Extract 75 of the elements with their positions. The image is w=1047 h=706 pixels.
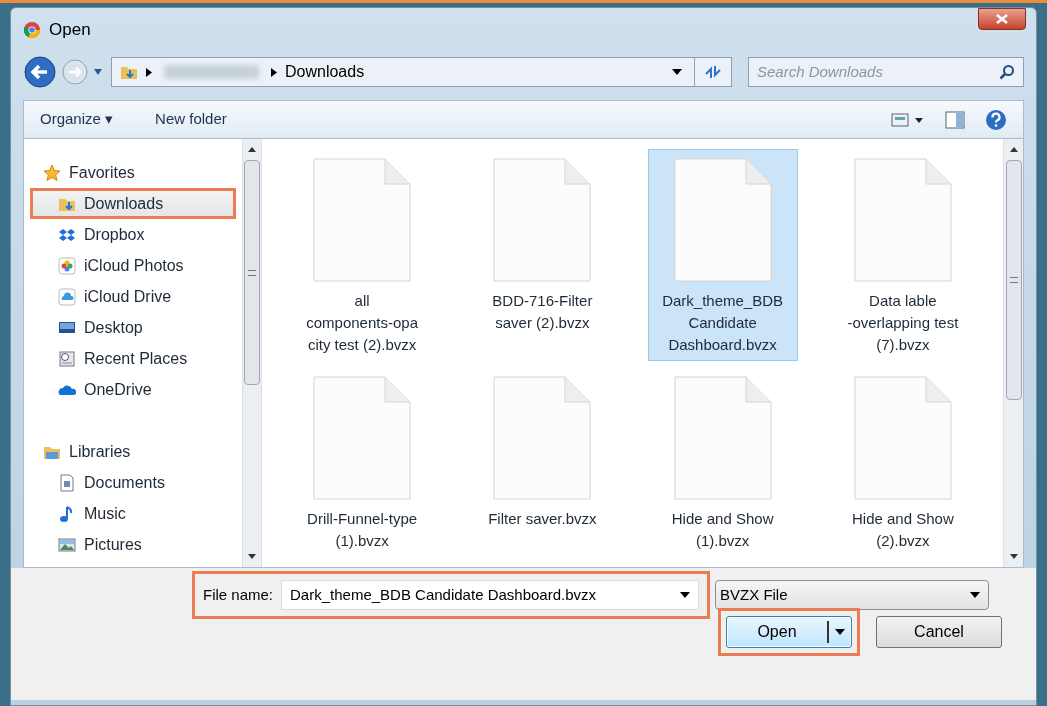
dropdown-caret-icon[interactable]	[672, 69, 682, 75]
sidebar-item[interactable]: Pictures	[24, 529, 242, 560]
file-name: Dark_theme_BDB Candidate Dashboard.bvzx	[662, 291, 784, 355]
file-name-label: File name:	[203, 584, 274, 605]
file-item[interactable]: Data lable -overlapping test (7).bvzx	[827, 149, 978, 361]
document-icon	[313, 376, 412, 500]
sidebar-item[interactable]: Downloads	[30, 188, 236, 219]
scroll-thumb[interactable]	[1005, 160, 1022, 400]
file-name: all components-opa city test (2).bvzx	[306, 291, 418, 355]
scroll-down-icon[interactable]	[248, 554, 256, 559]
scrollbar[interactable]	[242, 139, 262, 567]
file-name-field[interactable]: Dark_theme_BDB Candidate Dashboard.bvzx	[281, 580, 700, 610]
file-item[interactable]: Dark_theme_BDB Candidate Dashboard.bvzx	[647, 149, 798, 361]
cancel-button[interactable]: Cancel	[876, 616, 1002, 648]
picture-icon	[58, 535, 76, 554]
file-type-dropdown[interactable]: BVZX File	[715, 580, 990, 610]
document-icon	[673, 158, 772, 282]
close-icon	[996, 14, 1008, 24]
dropdown-caret-icon	[970, 592, 981, 598]
sidebar-item[interactable]: iCloud Drive	[24, 281, 242, 312]
file-name: Data lable -overlapping test (7).bvzx	[847, 291, 959, 355]
scroll-up-icon[interactable]	[1009, 147, 1018, 152]
scroll-up-icon[interactable]	[248, 147, 256, 152]
help-icon[interactable]	[985, 108, 1007, 131]
sidebar-group[interactable]: Libraries	[24, 436, 242, 467]
document-icon	[313, 158, 412, 282]
photos-icon	[58, 256, 76, 275]
file-name: BDD-716-Filter saver (2).bvzx	[492, 291, 593, 333]
file-name: Drill-Funnel-type (1).bvzx	[307, 509, 418, 551]
breadcrumb-arrow-icon	[146, 67, 152, 77]
document-icon	[493, 376, 592, 500]
file-item[interactable]: Hide and Show (2).bvzx	[827, 367, 978, 579]
file-item[interactable]: BDD-716-Filter saver (2).bvzx	[467, 149, 618, 361]
cloud-icon	[58, 287, 76, 306]
browser-logo-icon	[23, 21, 41, 39]
window-title: Open	[49, 19, 91, 42]
new-folder-button[interactable]: New folder	[155, 108, 227, 131]
address-bar[interactable]: Downloads	[111, 57, 732, 87]
back-icon[interactable]	[23, 55, 57, 89]
close-button[interactable]	[978, 8, 1026, 30]
dropdown-caret-icon	[835, 629, 845, 635]
view-options-icon[interactable]	[891, 112, 925, 127]
refresh-icon[interactable]	[703, 64, 723, 80]
sidebar-group[interactable]: Favorites	[24, 157, 242, 188]
document-icon	[58, 473, 76, 492]
breadcrumb-arrow-icon	[271, 67, 277, 77]
scrollbar[interactable]	[1003, 139, 1023, 567]
scroll-down-icon[interactable]	[1009, 554, 1018, 559]
document-icon	[493, 158, 592, 282]
clock-document-icon	[58, 349, 76, 368]
sidebar-item[interactable]: Dropbox	[24, 219, 242, 250]
sidebar-item[interactable]: Documents	[24, 467, 242, 498]
sidebar-item[interactable]: Desktop	[24, 312, 242, 343]
organize-menu[interactable]: Organize ▾	[40, 108, 114, 131]
document-icon	[853, 158, 952, 282]
file-item[interactable]: Filter saver.bvzx	[467, 367, 618, 579]
file-name: Hide and Show (1).bvzx	[671, 509, 774, 551]
dropdown-caret-icon	[680, 592, 691, 598]
file-name: Filter saver.bvzx	[488, 509, 597, 529]
file-name: Hide and Show (2).bvzx	[852, 509, 954, 551]
file-item[interactable]: Drill-Funnel-type (1).bvzx	[287, 367, 438, 579]
sidebar-item[interactable]: OneDrive	[24, 374, 242, 405]
open-split-button[interactable]: Open	[726, 616, 852, 648]
history-caret-icon[interactable]	[93, 68, 103, 76]
file-item[interactable]: all components-opa city test (2).bvzx	[287, 149, 438, 361]
star-icon	[43, 163, 61, 182]
sidebar-item[interactable]: Recent Places	[24, 343, 242, 374]
scroll-thumb[interactable]	[244, 160, 260, 385]
search-icon	[999, 64, 1015, 80]
breadcrumb-item[interactable]: Downloads	[285, 60, 365, 84]
document-icon	[673, 376, 772, 500]
document-icon	[853, 376, 952, 500]
sidebar-item[interactable]: Music	[24, 498, 242, 529]
file-item[interactable]: Hide and Show (1).bvzx	[647, 367, 798, 579]
sidebar-item[interactable]: iCloud Photos	[24, 250, 242, 281]
